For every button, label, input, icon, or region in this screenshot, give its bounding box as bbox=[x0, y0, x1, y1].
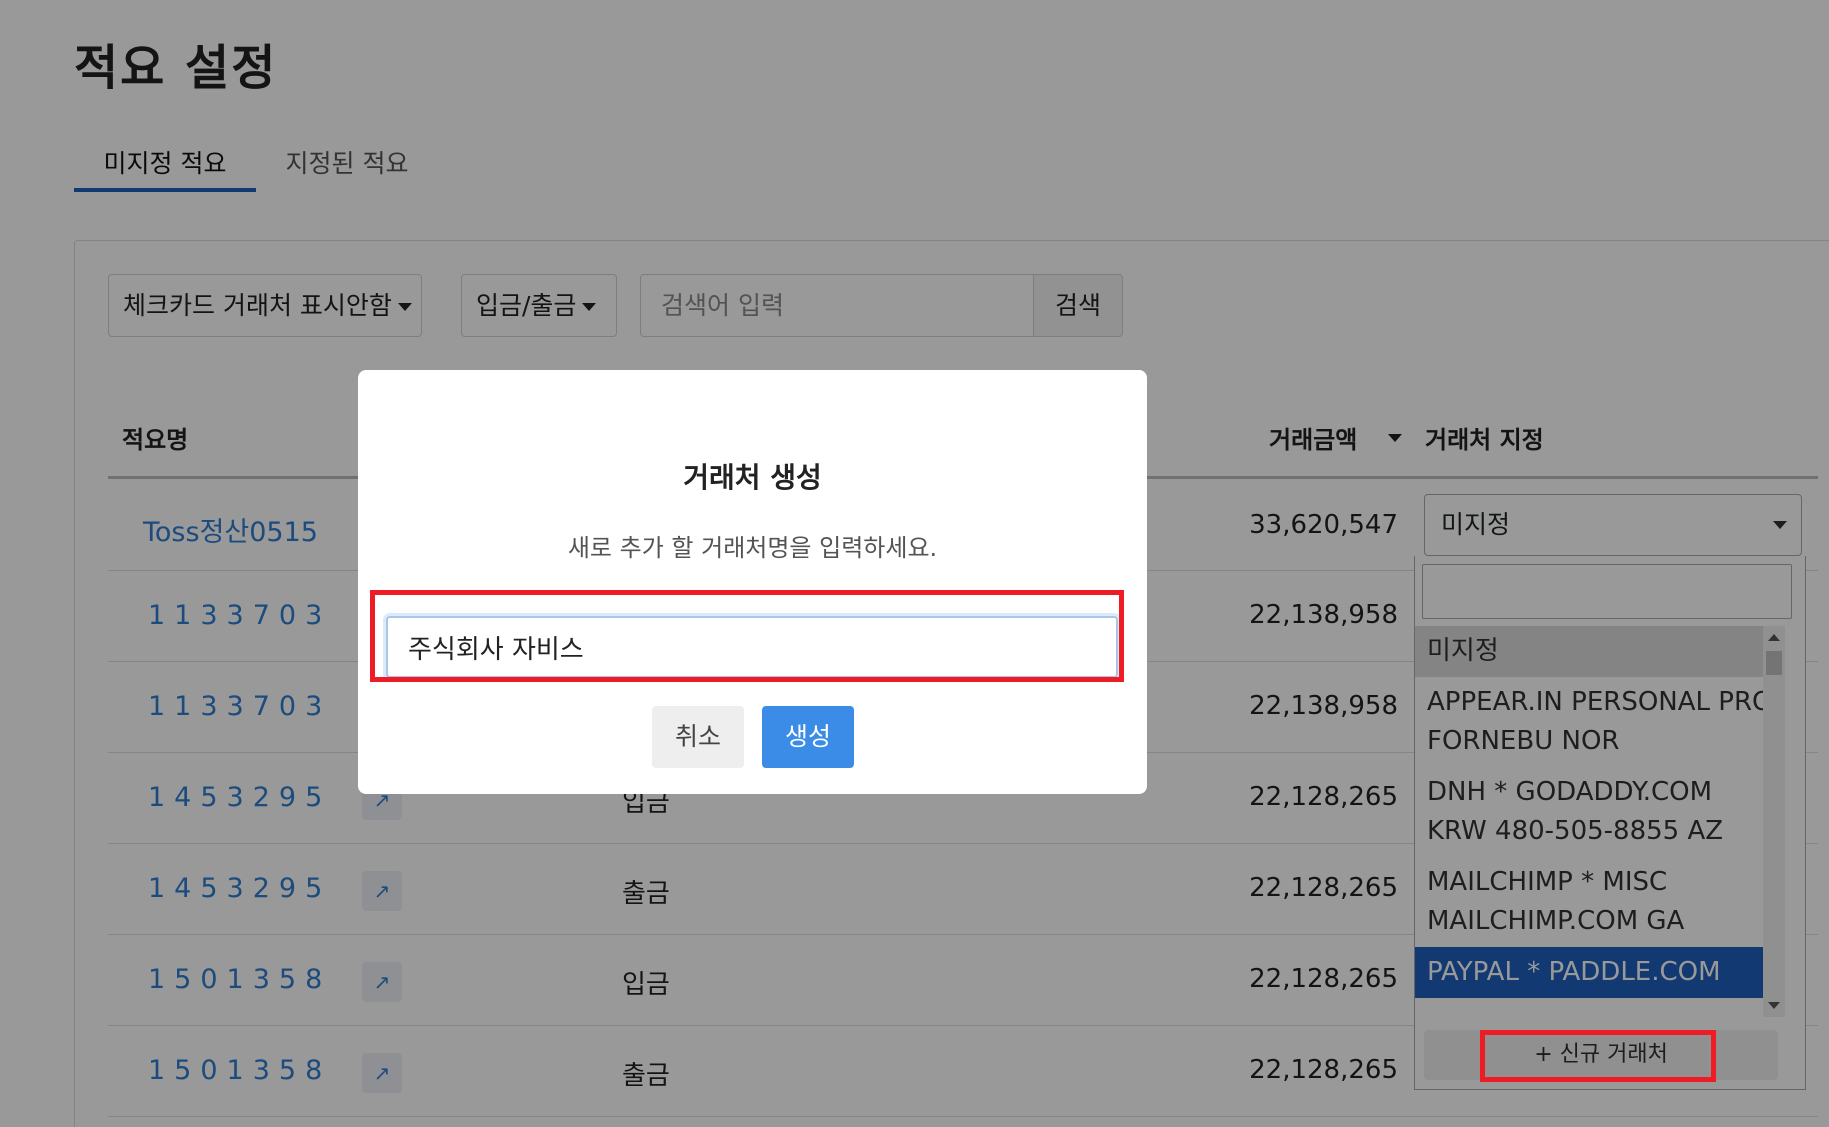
highlight-box-input bbox=[370, 590, 1124, 682]
modal-title: 거래처 생성 bbox=[683, 461, 822, 494]
create-vendor-modal: 거래처 생성 새로 추가 할 거래처명을 입력하세요. 취소 생성 bbox=[358, 370, 1147, 794]
create-button[interactable]: 생성 bbox=[762, 706, 854, 768]
cancel-button[interactable]: 취소 bbox=[652, 706, 744, 768]
modal-subtitle: 새로 추가 할 거래처명을 입력하세요. bbox=[567, 534, 938, 562]
highlight-box-new-vendor bbox=[1480, 1030, 1716, 1082]
